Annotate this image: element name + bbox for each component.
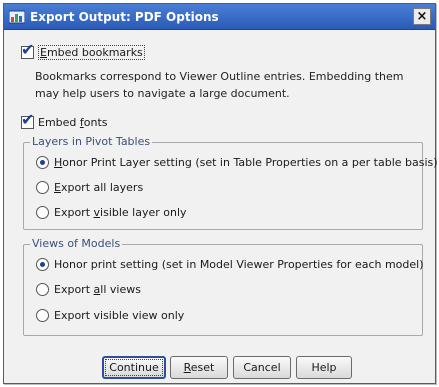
bookmarks-description: Bookmarks correspond to Viewer Outline e… [35, 70, 404, 100]
window-title: Export Output: PDF Options [30, 9, 219, 24]
continue-button[interactable]: Continue [102, 356, 166, 379]
radio-button[interactable] [36, 283, 49, 296]
embed-fonts-label: Embed fonts [38, 116, 108, 129]
check-mark-icon: ✔ [21, 110, 35, 129]
radio-button[interactable] [36, 156, 49, 169]
embed-fonts-checkbox[interactable]: ✔ Embed fonts [21, 112, 108, 129]
group-title: Views of Models [30, 237, 123, 250]
embed-bookmarks-label: Embed bookmarks [38, 45, 145, 60]
reset-button[interactable]: Reset [170, 356, 228, 379]
cancel-button[interactable]: Cancel [233, 356, 291, 379]
radio-button[interactable] [36, 309, 49, 322]
radio-label: Export visible view only [54, 309, 185, 322]
radio-label: Honor print setting (set in Model Viewer… [54, 258, 424, 271]
reset-button-label: Reset [183, 361, 215, 374]
help-button-label: Help [311, 361, 337, 374]
radio-export-all-views[interactable]: Export all views [36, 283, 141, 296]
group-title: Layers in Pivot Tables [30, 135, 153, 148]
radio-export-visible-layer[interactable]: Export visible layer only [36, 206, 187, 219]
radio-export-all-layers[interactable]: Export all layers [36, 181, 143, 194]
help-button[interactable]: Help [296, 356, 352, 379]
radio-export-visible-view[interactable]: Export visible view only [36, 309, 184, 322]
radio-button[interactable] [36, 206, 49, 219]
continue-button-label: Continue [105, 359, 163, 376]
views-of-models-group: Views of Models Honor print setting (set… [23, 237, 424, 336]
radio-honor-print-setting[interactable]: Honor print setting (set in Model Viewer… [36, 258, 424, 271]
title-bar: Export Output: PDF Options × [4, 4, 435, 30]
radio-button[interactable] [36, 258, 49, 271]
check-mark-icon: ✔ [21, 40, 35, 59]
close-icon[interactable]: × [413, 8, 431, 25]
embed-bookmarks-checkbox[interactable]: ✔ Embed bookmarks [21, 42, 145, 60]
checkbox-box[interactable]: ✔ [21, 42, 34, 59]
radio-honor-print-layer[interactable]: Honor Print Layer setting (set in Table … [36, 156, 438, 169]
radio-button[interactable] [36, 181, 49, 194]
radio-label: Export all layers [54, 181, 144, 194]
radio-label: Honor Print Layer setting (set in Table … [54, 156, 438, 169]
radio-label: Export all views [54, 283, 141, 296]
pdf-options-dialog: Export Output: PDF Options × ✔ Embed boo… [3, 3, 438, 384]
layers-in-pivot-tables-group: Layers in Pivot Tables Honor Print Layer… [23, 135, 438, 230]
cancel-button-label: Cancel [243, 361, 281, 374]
app-icon [8, 9, 26, 25]
radio-label: Export visible layer only [54, 206, 187, 219]
checkbox-box[interactable]: ✔ [21, 112, 34, 129]
